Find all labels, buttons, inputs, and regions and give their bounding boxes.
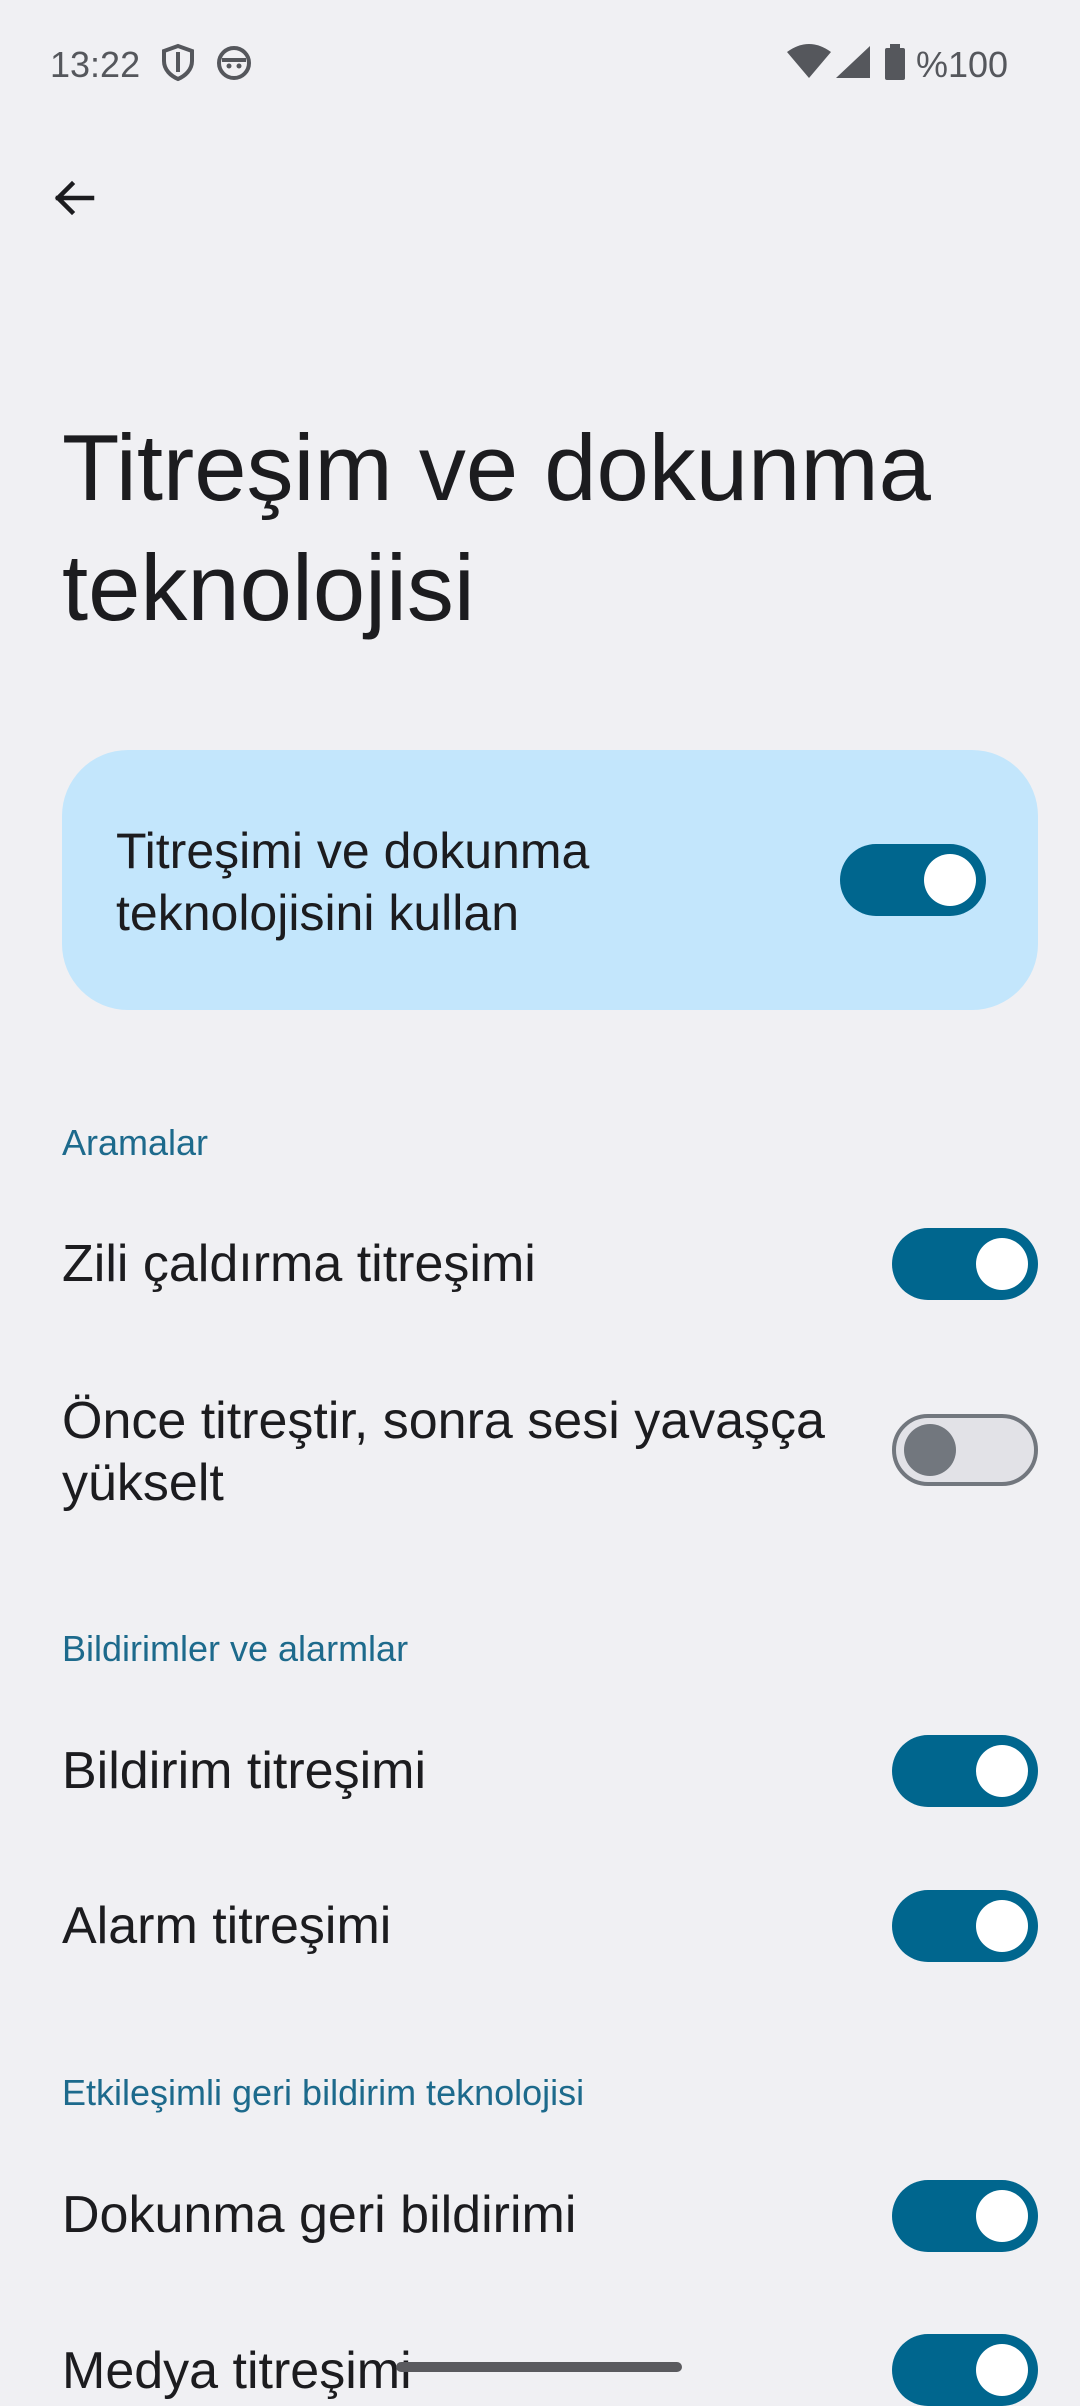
touch-feedback-toggle[interactable] [892, 2180, 1038, 2252]
wifi-icon [786, 42, 832, 82]
setting-label: Bildirim titreşimi [62, 1742, 426, 1800]
android-face-icon [214, 42, 254, 82]
cell-signal-icon [832, 42, 874, 82]
main-switch-label: Titreşimi ve dokunma teknolojisini kulla… [116, 823, 590, 941]
section-header-calls: Aramalar [62, 1122, 209, 1163]
media-vibration-toggle[interactable] [892, 2334, 1038, 2406]
ramping-ringer-toggle[interactable] [892, 1414, 1038, 1486]
toggle-knob [976, 1745, 1028, 1797]
setting-label: Önce titreştir, sonra sesi yavaşça yükse… [62, 1392, 825, 1512]
toggle-knob [976, 1238, 1028, 1290]
setting-label: Zili çaldırma titreşimi [62, 1235, 536, 1293]
status-time: 13:22 [50, 44, 141, 85]
gesture-nav-handle[interactable] [396, 2362, 682, 2372]
toggle-knob [904, 1424, 956, 1476]
page-title: Titreşim ve dokunma teknolojisi [62, 415, 931, 640]
shield-icon [158, 42, 198, 82]
status-bar: 13:22 %100 [0, 0, 1080, 130]
toggle-knob [924, 854, 976, 906]
toggle-knob [976, 1900, 1028, 1952]
ring-vibration-toggle[interactable] [892, 1228, 1038, 1300]
setting-label: Alarm titreşimi [62, 1897, 392, 1955]
main-switch-toggle[interactable] [840, 844, 986, 916]
arrow-back-icon [50, 174, 98, 227]
main-switch-card[interactable]: Titreşimi ve dokunma teknolojisini kulla… [62, 750, 1038, 1010]
battery-icon [882, 42, 908, 82]
section-header-interactive-haptics: Etkileşimli geri bildirim teknolojisi [62, 2072, 585, 2113]
toggle-knob [976, 2190, 1028, 2242]
battery-percent: %100 [916, 44, 1009, 85]
notification-vibration-toggle[interactable] [892, 1735, 1038, 1807]
setting-label: Dokunma geri bildirimi [62, 2186, 577, 2244]
toggle-knob [976, 2344, 1028, 2396]
back-button[interactable] [34, 160, 114, 240]
section-header-notifications-alarms: Bildirimler ve alarmlar [62, 1628, 409, 1669]
alarm-vibration-toggle[interactable] [892, 1890, 1038, 1962]
